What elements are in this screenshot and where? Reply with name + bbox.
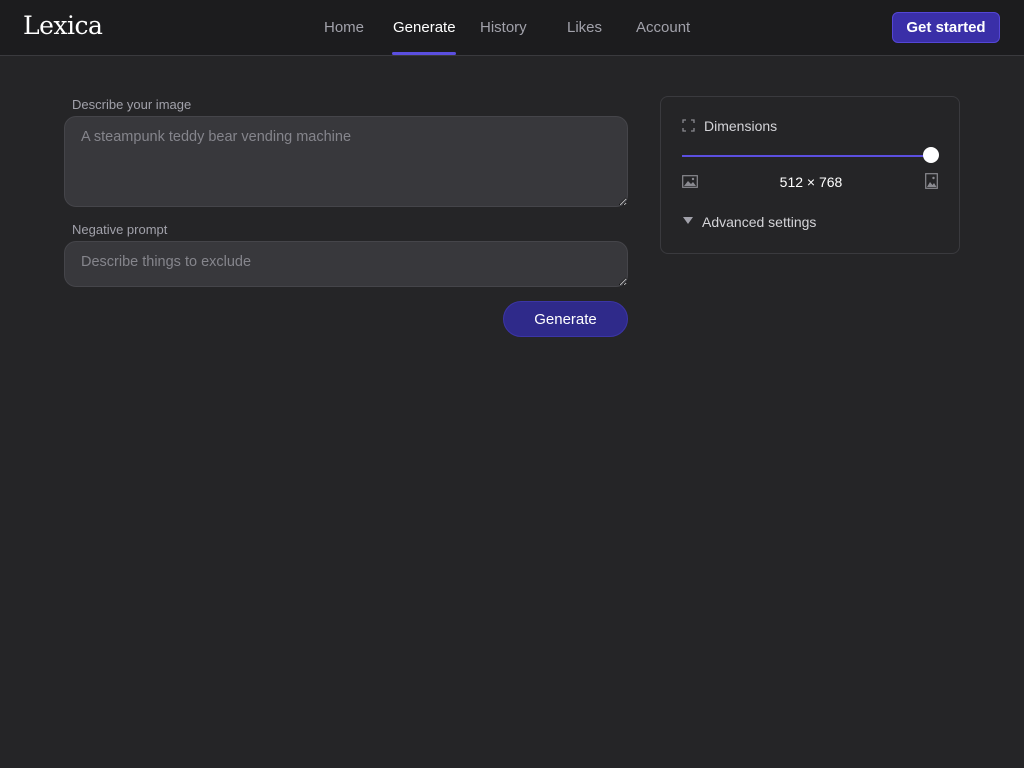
prompt-label: Describe your image <box>72 97 192 112</box>
negative-prompt-label: Negative prompt <box>72 222 168 237</box>
advanced-settings-toggle[interactable]: Advanced settings <box>702 214 816 230</box>
get-started-button[interactable]: Get started <box>892 12 1000 43</box>
expand-icon <box>682 119 695 132</box>
prompt-textarea[interactable] <box>64 116 628 207</box>
active-tab-indicator <box>392 52 456 55</box>
settings-panel: Dimensions 512 × 768 Advanced settings <box>660 96 960 254</box>
lexica-logo[interactable]: Lexica <box>23 11 103 40</box>
dimensions-label: Dimensions <box>704 118 778 134</box>
nav-account[interactable]: Account <box>636 19 690 36</box>
dimensions-slider-thumb[interactable] <box>923 147 939 163</box>
nav-history[interactable]: History <box>480 19 527 36</box>
negative-prompt-textarea[interactable] <box>64 241 628 287</box>
top-navigation-bar: Lexica Home Generate History Likes Accou… <box>0 0 1024 56</box>
nav-home[interactable]: Home <box>324 19 364 36</box>
nav-generate[interactable]: Generate <box>393 19 456 36</box>
portrait-image-icon[interactable] <box>925 173 938 189</box>
dimensions-value: 512 × 768 <box>779 174 843 190</box>
nav-likes[interactable]: Likes <box>567 19 602 36</box>
caret-down-icon[interactable] <box>683 217 693 224</box>
dimensions-slider-track[interactable] <box>682 155 932 157</box>
generate-button[interactable]: Generate <box>503 301 628 337</box>
